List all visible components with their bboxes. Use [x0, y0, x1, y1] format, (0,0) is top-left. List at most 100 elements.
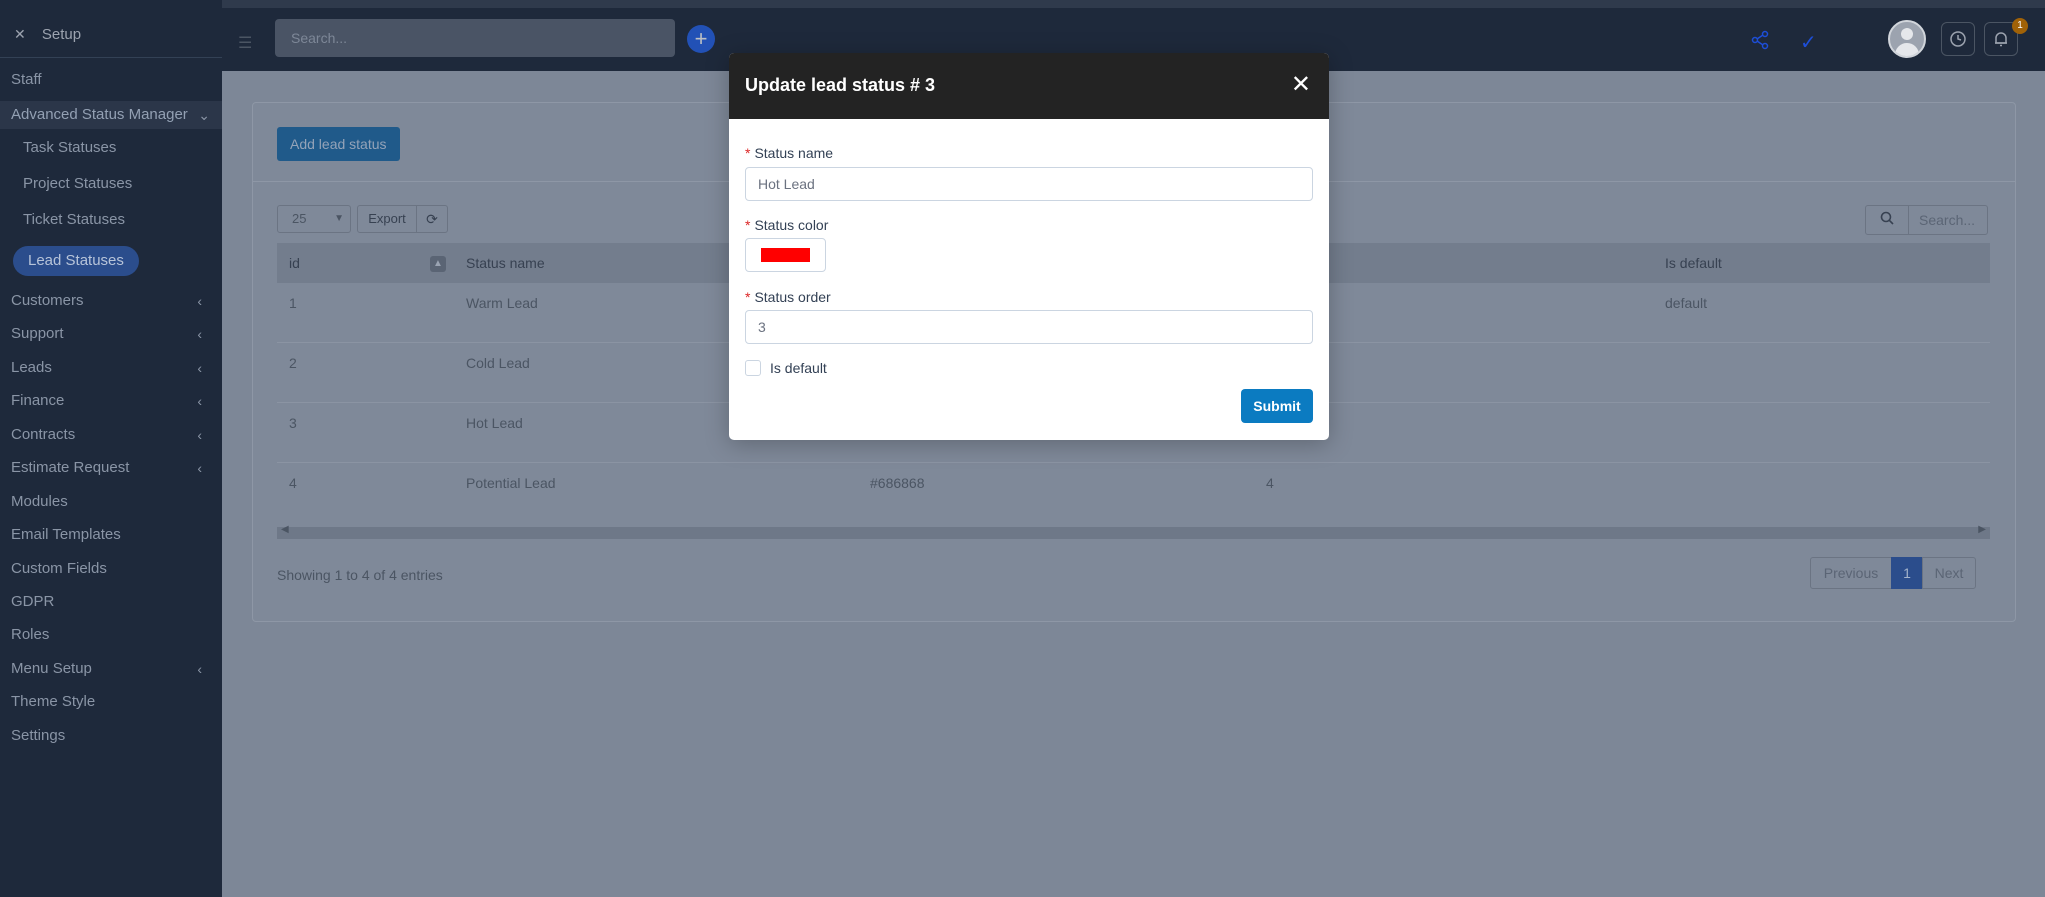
cell-id: 4: [289, 475, 297, 491]
table-row: 4 Potential Lead #686868 4: [277, 463, 1990, 523]
sidebar-item-support[interactable]: Support ‹: [0, 320, 222, 348]
pagination-next[interactable]: Next: [1922, 557, 1976, 589]
required-marker: *: [745, 217, 751, 233]
page-length-select[interactable]: 25 ▼: [277, 205, 351, 233]
sidebar-item-customers[interactable]: Customers ‹: [0, 287, 222, 315]
sidebar-item-label: Settings: [11, 727, 66, 744]
column-header-id[interactable]: id: [289, 243, 300, 283]
required-marker: *: [745, 145, 751, 161]
status-name-input[interactable]: Hot Lead: [745, 167, 1313, 201]
close-icon[interactable]: ✕: [1291, 71, 1311, 99]
sidebar-item-label: Staff: [11, 71, 42, 88]
user-avatar[interactable]: [1888, 20, 1926, 58]
status-order-label: * Status order: [745, 289, 831, 305]
sidebar-item-label: Advanced Status Manager: [11, 106, 188, 123]
cell-status-name: Warm Lead: [466, 295, 538, 311]
sidebar-item-label: Roles: [11, 626, 50, 643]
status-color-label-text: Status color: [754, 217, 829, 233]
sidebar-item-roles[interactable]: Roles: [0, 621, 222, 649]
status-color-label: * Status color: [745, 217, 828, 233]
required-marker: *: [745, 289, 751, 305]
sidebar-item-project-statuses[interactable]: Project Statuses: [0, 170, 222, 198]
sidebar-item-email-templates[interactable]: Email Templates: [0, 521, 222, 549]
notification-badge: 1: [2012, 18, 2028, 34]
sidebar-title: Setup: [41, 26, 82, 43]
cell-status-color: #686868: [870, 475, 925, 491]
chevron-left-icon: ‹: [197, 326, 202, 342]
todo-check-icon[interactable]: ✓: [1800, 30, 1817, 55]
column-header-is-default[interactable]: Is default: [1665, 243, 1722, 283]
chevron-left-icon: ‹: [197, 360, 202, 376]
horizontal-scrollbar[interactable]: ◀ ▶: [277, 524, 1990, 539]
chevron-down-icon: ▼: [334, 213, 344, 224]
sidebar-item-menu-setup[interactable]: Menu Setup ‹: [0, 655, 222, 683]
cell-status-name: Cold Lead: [466, 355, 530, 371]
sidebar-item-gdpr[interactable]: GDPR: [0, 588, 222, 616]
modal-header: Update lead status # 3 ✕: [729, 53, 1329, 119]
status-order-input[interactable]: 3: [745, 310, 1313, 344]
sidebar-item-finance[interactable]: Finance ‹: [0, 387, 222, 415]
search-icon: [1865, 205, 1909, 235]
sidebar-item-custom-fields[interactable]: Custom Fields: [0, 555, 222, 583]
export-button[interactable]: Export: [357, 205, 417, 233]
status-color-picker[interactable]: [745, 238, 826, 272]
sidebar: ✕ Setup Staff Advanced Status Manager ⌄ T…: [0, 0, 222, 897]
table-search-input[interactable]: Search...: [1908, 205, 1988, 235]
sidebar-item-label: Email Templates: [11, 526, 121, 543]
sidebar-item-label: Modules: [11, 493, 68, 510]
status-order-label-text: Status order: [754, 289, 831, 305]
sidebar-item-advanced-status-manager[interactable]: Advanced Status Manager ⌄: [0, 101, 222, 129]
sidebar-item-label: Custom Fields: [11, 560, 107, 577]
sidebar-item-modules[interactable]: Modules: [0, 488, 222, 516]
sidebar-item-theme-style[interactable]: Theme Style: [0, 688, 222, 716]
pagination-previous[interactable]: Previous: [1810, 557, 1892, 589]
update-lead-status-modal: Update lead status # 3 ✕ * Status name Ho…: [729, 53, 1329, 440]
submit-button[interactable]: Submit: [1241, 389, 1313, 423]
chevron-left-icon: ‹: [197, 393, 202, 409]
sidebar-item-label: Support: [11, 325, 64, 342]
share-icon[interactable]: [1750, 30, 1770, 56]
clock-icon[interactable]: [1941, 22, 1975, 56]
chevron-left-icon: ‹: [197, 427, 202, 443]
search-icon-svg: [1880, 211, 1894, 225]
chevron-left-icon: ‹: [197, 293, 202, 309]
sidebar-item-ticket-statuses[interactable]: Ticket Statuses: [0, 206, 222, 234]
sidebar-item-staff[interactable]: Staff: [0, 66, 222, 94]
scroll-left-icon[interactable]: ◀: [281, 524, 289, 535]
sidebar-item-estimate-request[interactable]: Estimate Request ‹: [0, 454, 222, 482]
cell-status-order: 4: [1266, 475, 1274, 491]
sidebar-item-lead-statuses[interactable]: Lead Statuses: [13, 246, 139, 276]
sidebar-item-label: Finance: [11, 392, 65, 409]
bell-icon-svg: [1995, 32, 2007, 47]
scroll-right-icon[interactable]: ▶: [1978, 524, 1986, 535]
cell-id: 3: [289, 415, 297, 431]
is-default-checkbox[interactable]: [745, 360, 761, 376]
sidebar-item-label: Leads: [11, 359, 52, 376]
add-lead-status-button[interactable]: Add lead status: [277, 127, 400, 161]
refresh-icon[interactable]: ⟳: [416, 205, 448, 233]
cell-status-name: Hot Lead: [466, 415, 523, 431]
pagination-page-1[interactable]: 1: [1891, 557, 1923, 589]
global-search-input[interactable]: Search...: [275, 19, 675, 57]
menu-toggle-icon[interactable]: ☰: [238, 33, 252, 53]
quick-create-button[interactable]: +: [687, 25, 715, 53]
entries-info: Showing 1 to 4 of 4 entries: [277, 567, 443, 583]
sidebar-item-leads[interactable]: Leads ‹: [0, 354, 222, 382]
sidebar-item-settings[interactable]: Settings: [0, 722, 222, 750]
close-setup-icon[interactable]: ✕: [14, 26, 26, 42]
is-default-label: Is default: [770, 360, 827, 376]
column-header-status-name[interactable]: Status name: [466, 243, 545, 283]
sidebar-header: ✕ Setup: [0, 0, 222, 58]
sidebar-item-label: Menu Setup: [11, 660, 92, 677]
sidebar-item-task-statuses[interactable]: Task Statuses: [0, 134, 222, 162]
sidebar-item-label: Ticket Statuses: [23, 211, 125, 228]
share-icon-svg: [1751, 30, 1769, 50]
sort-asc-icon[interactable]: ▲: [430, 256, 446, 272]
sidebar-item-label: Project Statuses: [23, 175, 133, 192]
chevron-left-icon: ‹: [197, 460, 202, 476]
chevron-down-icon: ⌄: [198, 107, 210, 123]
sidebar-item-label: Task Statuses: [23, 139, 117, 156]
status-name-label: * Status name: [745, 145, 833, 161]
sidebar-item-label: Estimate Request: [11, 459, 130, 476]
sidebar-item-contracts[interactable]: Contracts ‹: [0, 421, 222, 449]
